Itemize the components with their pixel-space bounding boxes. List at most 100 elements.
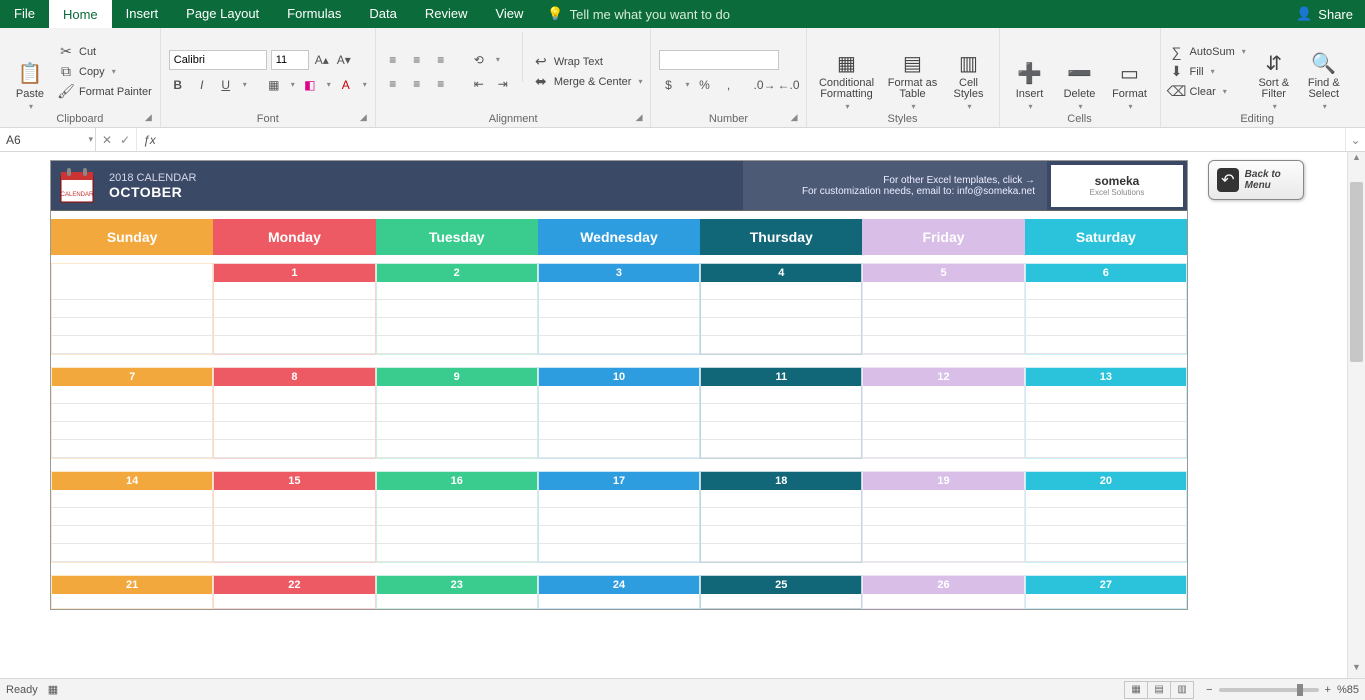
tab-review[interactable]: Review — [411, 0, 482, 28]
day-cell[interactable]: 22 — [213, 575, 375, 609]
copy-button[interactable]: ⧉Copy▾ — [58, 64, 152, 80]
name-box[interactable]: A6▾ — [0, 128, 96, 151]
day-cell[interactable]: 15 — [213, 471, 375, 563]
comma-format-icon[interactable]: , — [720, 76, 738, 94]
font-size-combo[interactable] — [271, 50, 309, 70]
day-cell[interactable]: 25 — [700, 575, 862, 609]
vertical-scrollbar[interactable]: ▲ ▼ — [1347, 152, 1365, 678]
day-cell[interactable]: 14 — [51, 471, 213, 563]
day-cell[interactable]: 24 — [538, 575, 700, 609]
worksheet-area[interactable]: CALENDAR 2018 CALENDAR OCTOBER For other… — [0, 152, 1365, 678]
scroll-up-icon[interactable]: ▲ — [1348, 152, 1365, 168]
day-cell[interactable]: 3 — [538, 263, 700, 355]
decrease-decimal-icon[interactable]: ←.0 — [780, 76, 798, 94]
zoom-slider[interactable] — [1219, 688, 1319, 692]
fill-color-button[interactable]: ◧ — [301, 76, 319, 94]
calendar-grid[interactable]: 1234567891011121314151617181920212223242… — [51, 263, 1187, 609]
decrease-font-icon[interactable]: A▾ — [335, 51, 353, 69]
accounting-format-icon[interactable]: $ — [659, 76, 677, 94]
scroll-down-icon[interactable]: ▼ — [1348, 662, 1365, 678]
paste-button[interactable]: 📋 Paste ▾ — [8, 32, 52, 111]
increase-indent-icon[interactable]: ⇥ — [494, 75, 512, 93]
page-break-view-button[interactable]: ▥ — [1170, 681, 1194, 699]
cancel-formula-icon[interactable]: ✕ — [102, 133, 112, 147]
fill-button[interactable]: ⬇Fill▾ — [1169, 64, 1246, 80]
day-cell[interactable]: 11 — [700, 367, 862, 459]
day-cell[interactable]: 20 — [1025, 471, 1187, 563]
align-center-icon[interactable]: ≡ — [408, 75, 426, 93]
dialog-launcher-icon[interactable]: ◢ — [791, 112, 798, 123]
zoom-in-button[interactable]: + — [1325, 684, 1331, 696]
tab-insert[interactable]: Insert — [112, 0, 173, 28]
formula-input[interactable] — [162, 128, 1345, 151]
normal-view-button[interactable]: ▦ — [1124, 681, 1148, 699]
align-right-icon[interactable]: ≡ — [432, 75, 450, 93]
dialog-launcher-icon[interactable]: ◢ — [360, 112, 367, 123]
expand-formula-bar-icon[interactable]: ⌄ — [1345, 128, 1365, 151]
back-to-menu-button[interactable]: ↶ Back to Menu — [1208, 160, 1304, 200]
tab-formulas[interactable]: Formulas — [273, 0, 355, 28]
day-cell[interactable]: 4 — [700, 263, 862, 355]
percent-format-icon[interactable]: % — [696, 76, 714, 94]
underline-button[interactable]: U — [217, 76, 235, 94]
day-cell[interactable] — [51, 263, 213, 355]
macro-record-icon[interactable]: ▦ — [48, 683, 58, 696]
day-cell[interactable]: 18 — [700, 471, 862, 563]
autosum-button[interactable]: ∑AutoSum▾ — [1169, 44, 1246, 60]
dialog-launcher-icon[interactable]: ◢ — [636, 112, 643, 123]
dialog-launcher-icon[interactable]: ◢ — [145, 112, 152, 123]
insert-cells-button[interactable]: ➕Insert▾ — [1008, 32, 1052, 111]
enter-formula-icon[interactable]: ✓ — [120, 133, 130, 147]
bold-button[interactable]: B — [169, 76, 187, 94]
chevron-down-icon[interactable]: ▾ — [88, 134, 93, 145]
tab-page-layout[interactable]: Page Layout — [172, 0, 273, 28]
number-format-combo[interactable] — [659, 50, 779, 70]
someka-logo[interactable]: someka Excel Solutions — [1051, 165, 1183, 207]
font-color-button[interactable]: A — [337, 76, 355, 94]
day-cell[interactable]: 2 — [376, 263, 538, 355]
tell-me-search[interactable]: 💡 Tell me what you want to do — [537, 0, 740, 28]
share-button[interactable]: 👤 Share — [1284, 0, 1365, 28]
day-cell[interactable]: 13 — [1025, 367, 1187, 459]
borders-button[interactable]: ▦ — [265, 76, 283, 94]
decrease-indent-icon[interactable]: ⇤ — [470, 75, 488, 93]
format-painter-button[interactable]: 🖌Format Painter — [58, 84, 152, 100]
italic-button[interactable]: I — [193, 76, 211, 94]
conditional-formatting-button[interactable]: ▦Conditional Formatting▾ — [815, 32, 879, 111]
day-cell[interactable]: 7 — [51, 367, 213, 459]
cell-styles-button[interactable]: ▥Cell Styles▾ — [947, 32, 991, 111]
day-cell[interactable]: 9 — [376, 367, 538, 459]
day-cell[interactable]: 26 — [862, 575, 1024, 609]
orientation-icon[interactable]: ⟲ — [470, 51, 488, 69]
find-select-button[interactable]: 🔍Find & Select▾ — [1302, 32, 1346, 111]
scrollbar-thumb[interactable] — [1350, 182, 1363, 362]
day-cell[interactable]: 10 — [538, 367, 700, 459]
day-cell[interactable]: 8 — [213, 367, 375, 459]
day-cell[interactable]: 19 — [862, 471, 1024, 563]
align-left-icon[interactable]: ≡ — [384, 75, 402, 93]
tab-home[interactable]: Home — [49, 0, 112, 28]
day-cell[interactable]: 21 — [51, 575, 213, 609]
day-cell[interactable]: 1 — [213, 263, 375, 355]
increase-decimal-icon[interactable]: .0→ — [756, 76, 774, 94]
format-as-table-button[interactable]: ▤Format as Table▾ — [885, 32, 941, 111]
day-cell[interactable]: 17 — [538, 471, 700, 563]
align-top-icon[interactable]: ≡ — [384, 51, 402, 69]
font-name-combo[interactable] — [169, 50, 267, 70]
sort-filter-button[interactable]: ⇵Sort & Filter▾ — [1252, 32, 1296, 111]
day-cell[interactable]: 6 — [1025, 263, 1187, 355]
day-cell[interactable]: 16 — [376, 471, 538, 563]
merge-center-button[interactable]: ⬌Merge & Center▾ — [533, 74, 643, 90]
format-cells-button[interactable]: ▭Format▾ — [1108, 32, 1152, 111]
cut-button[interactable]: ✂Cut — [58, 44, 152, 60]
day-cell[interactable]: 23 — [376, 575, 538, 609]
day-cell[interactable]: 5 — [862, 263, 1024, 355]
delete-cells-button[interactable]: ➖Delete▾ — [1058, 32, 1102, 111]
day-cell[interactable]: 27 — [1025, 575, 1187, 609]
page-layout-view-button[interactable]: ▤ — [1147, 681, 1171, 699]
clear-button[interactable]: ⌫Clear▾ — [1169, 84, 1246, 100]
tab-data[interactable]: Data — [355, 0, 410, 28]
day-cell[interactable]: 12 — [862, 367, 1024, 459]
zoom-out-button[interactable]: − — [1206, 684, 1212, 696]
wrap-text-button[interactable]: ↩Wrap Text — [533, 54, 643, 70]
